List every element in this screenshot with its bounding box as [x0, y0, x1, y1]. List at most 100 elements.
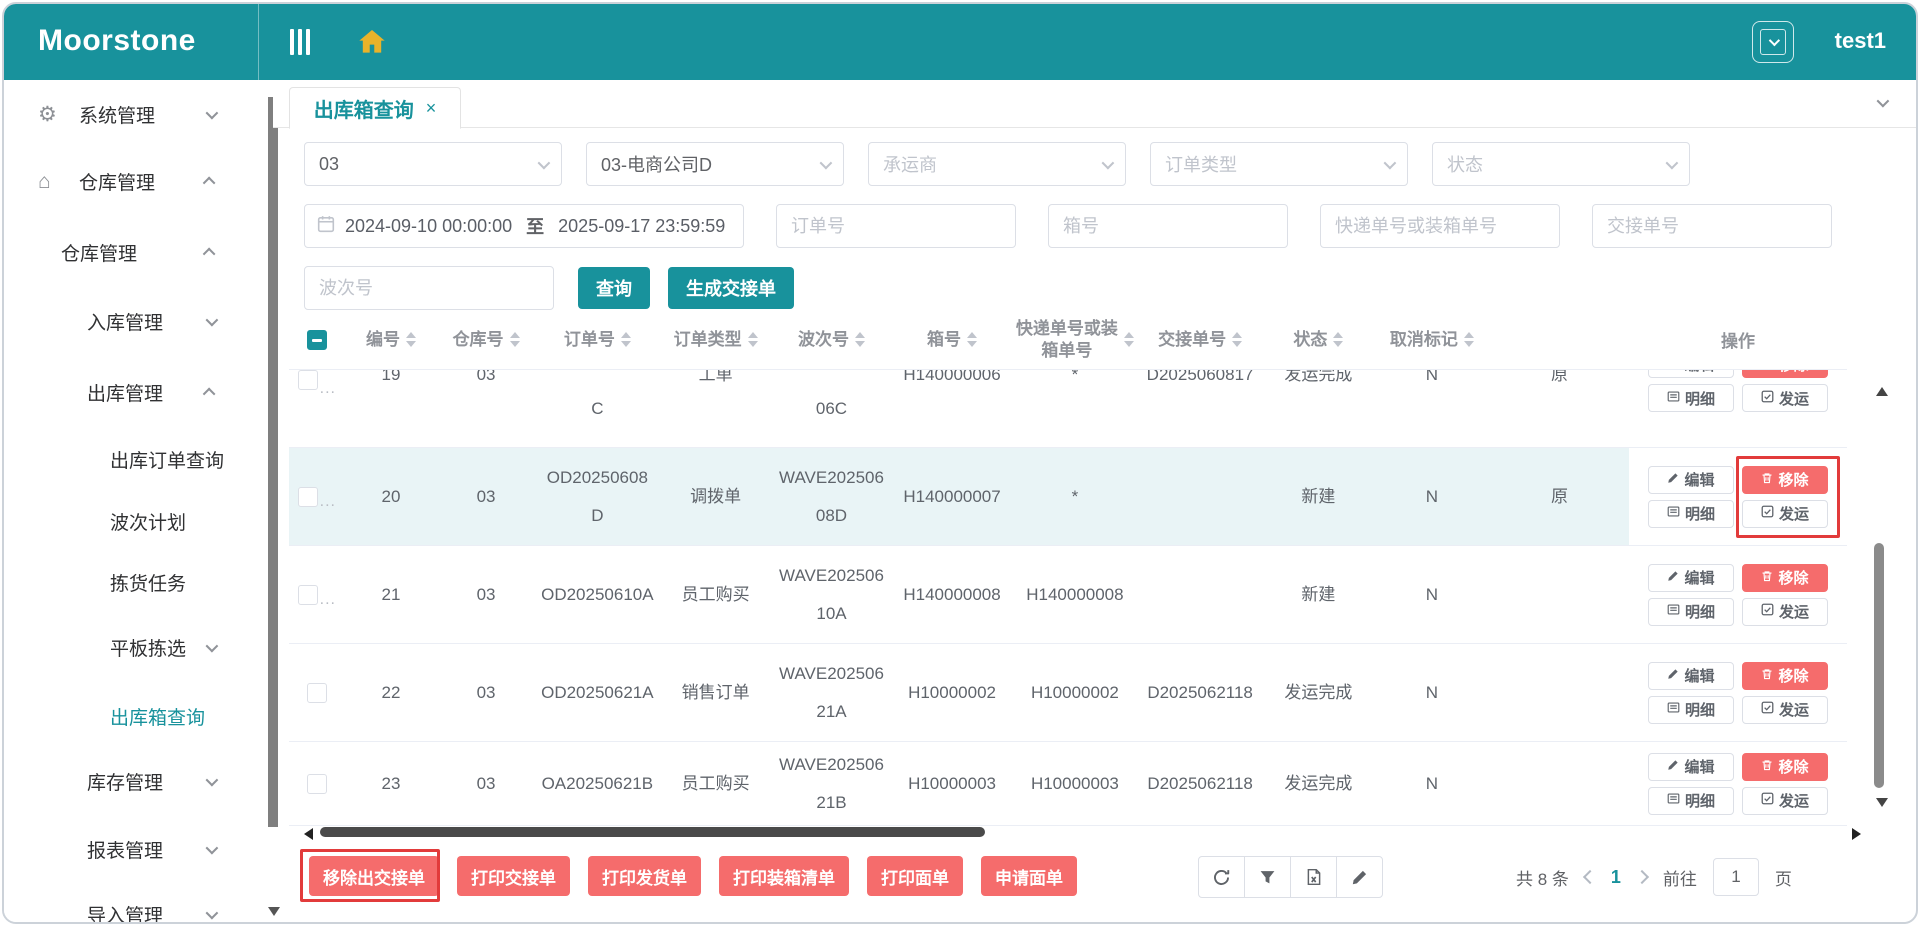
row-checkbox[interactable]	[307, 774, 327, 794]
remove-button[interactable]: 移除	[1742, 753, 1828, 781]
warehouse-select[interactable]: 03	[304, 142, 562, 186]
table-row[interactable]: ...2003OD20250608 D调拨单WAVE202506 08DH140…	[289, 448, 1629, 546]
edit-pencil-icon[interactable]	[1336, 856, 1383, 898]
request-label-button[interactable]: 申请面单	[981, 856, 1077, 896]
table-row[interactable]: 2303OA20250621B员工购买WAVE202506 21BH100000…	[289, 742, 1629, 826]
sidebar-scroll-down-icon[interactable]	[268, 907, 280, 916]
remove-from-handover-button[interactable]: 移除出交接单	[309, 856, 439, 896]
column-header-express_no[interactable]: 快递单号或装 箱单号	[1012, 310, 1137, 369]
ship-button[interactable]: 发运	[1742, 787, 1828, 815]
order-no-input[interactable]	[776, 204, 1016, 248]
row-checkbox[interactable]	[298, 585, 318, 605]
sidebar-item-outbound-order-query[interactable]: 出库订单查询	[4, 439, 259, 479]
sort-icon[interactable]	[1333, 332, 1343, 347]
sort-icon[interactable]	[748, 332, 758, 347]
sort-icon[interactable]	[967, 332, 977, 347]
print-packing-list-button[interactable]: 打印装箱清单	[719, 856, 849, 896]
order-type-select[interactable]: 订单类型	[1150, 142, 1408, 186]
sort-icon[interactable]	[1124, 332, 1134, 347]
user-dropdown-icon[interactable]	[1752, 21, 1794, 63]
column-header-status[interactable]: 状态	[1263, 310, 1374, 369]
detail-button[interactable]: 明细	[1648, 787, 1734, 815]
print-delivery-button[interactable]: 打印发货单	[588, 856, 701, 896]
column-header-warehouse_no[interactable]: 仓库号	[437, 310, 534, 369]
sort-icon[interactable]	[855, 332, 865, 347]
column-header-order_type[interactable]: 订单类型	[660, 310, 771, 369]
menu-collapse-icon[interactable]	[290, 29, 310, 55]
date-end[interactable]: 2025-09-17 23:59:59	[558, 216, 725, 237]
row-expand-dots[interactable]: ...	[320, 380, 336, 398]
ship-button[interactable]: 发运	[1742, 384, 1828, 412]
sidebar-item-inbound-management[interactable]: 入库管理	[4, 301, 259, 341]
table-scroll-left-icon[interactable]	[304, 828, 313, 840]
box-no-input[interactable]	[1048, 204, 1288, 248]
goto-page-input[interactable]	[1713, 858, 1759, 896]
table-row[interactable]: ...1903 C工单 06CH140000006*D2025060817发运完…	[289, 370, 1629, 448]
sidebar-item-outbound-management[interactable]: 出库管理	[4, 372, 259, 412]
sidebar-item-report-management[interactable]: 报表管理	[4, 829, 259, 869]
table-scroll-down-icon[interactable]	[1876, 798, 1888, 807]
ship-button[interactable]: 发运	[1742, 598, 1828, 626]
generate-handover-button[interactable]: 生成交接单	[668, 267, 794, 309]
edit-button[interactable]: 编辑	[1648, 370, 1734, 378]
column-header-handover_no[interactable]: 交接单号	[1138, 310, 1263, 369]
tabbar-chevron-down-icon[interactable]	[1877, 95, 1890, 108]
search-button[interactable]: 查询	[578, 267, 650, 309]
edit-button[interactable]: 编辑	[1648, 662, 1734, 690]
status-select[interactable]: 状态	[1432, 142, 1690, 186]
company-select[interactable]: 03-电商公司D	[586, 142, 844, 186]
detail-button[interactable]: 明细	[1648, 500, 1734, 528]
table-row[interactable]: ...2103OD20250610A员工购买WAVE202506 10AH140…	[289, 546, 1629, 644]
refresh-icon[interactable]	[1198, 856, 1245, 898]
ship-button[interactable]: 发运	[1742, 500, 1828, 528]
table-vertical-scrollbar[interactable]	[1874, 543, 1884, 788]
column-header-no[interactable]: 编号	[345, 310, 438, 369]
home-icon[interactable]	[356, 26, 388, 58]
sidebar-item-tablet-picking[interactable]: 平板拣选	[4, 627, 259, 667]
select-all-checkbox[interactable]	[307, 330, 327, 350]
sidebar-item-wave-plan[interactable]: 波次计划	[4, 501, 259, 541]
sidebar-item-warehouse-management-sub[interactable]: 仓库管理	[4, 232, 259, 272]
row-checkbox[interactable]	[307, 683, 327, 703]
wave-no-input[interactable]	[304, 266, 554, 310]
sidebar-item-system-management[interactable]: ⚙系统管理	[4, 94, 259, 134]
column-header-wave_no[interactable]: 波次号	[771, 310, 892, 369]
table-row[interactable]: 2203OD20250621A销售订单WAVE202506 21AH100000…	[289, 644, 1629, 742]
funnel-icon[interactable]	[1244, 856, 1291, 898]
sort-icon[interactable]	[510, 332, 520, 347]
current-page[interactable]: 1	[1611, 867, 1621, 888]
next-page-icon[interactable]	[1635, 870, 1649, 884]
carrier-select[interactable]: 承运商	[868, 142, 1126, 186]
print-handover-button[interactable]: 打印交接单	[457, 856, 570, 896]
excel-icon[interactable]	[1290, 856, 1337, 898]
sort-icon[interactable]	[1232, 332, 1242, 347]
column-header-cancel_flag[interactable]: 取消标记	[1374, 310, 1490, 369]
prev-page-icon[interactable]	[1583, 870, 1597, 884]
edit-button[interactable]: 编辑	[1648, 753, 1734, 781]
detail-button[interactable]: 明细	[1648, 696, 1734, 724]
ship-button[interactable]: 发运	[1742, 696, 1828, 724]
edit-button[interactable]: 编辑	[1648, 564, 1734, 592]
table-scroll-right-icon[interactable]	[1852, 828, 1861, 840]
column-header-order_no[interactable]: 订单号	[535, 310, 660, 369]
table-scroll-up-icon[interactable]	[1876, 387, 1888, 396]
sidebar-item-import-management[interactable]: 导入管理	[4, 894, 259, 924]
express-no-input[interactable]	[1320, 204, 1560, 248]
sidebar-item-inventory-management[interactable]: 库存管理	[4, 761, 259, 801]
detail-button[interactable]: 明细	[1648, 384, 1734, 412]
remove-button[interactable]: 移除	[1742, 662, 1828, 690]
sidebar-item-warehouse-management[interactable]: ⌂仓库管理	[4, 161, 259, 201]
remove-button[interactable]: 移除	[1742, 564, 1828, 592]
row-checkbox[interactable]	[298, 487, 318, 507]
sort-icon[interactable]	[1464, 332, 1474, 347]
row-checkbox[interactable]	[298, 370, 318, 390]
edit-button[interactable]: 编辑	[1648, 466, 1734, 494]
row-expand-dots[interactable]: ...	[320, 591, 336, 609]
sidebar-scrollbar-thumb[interactable]	[268, 97, 278, 827]
print-label-button[interactable]: 打印面单	[867, 856, 963, 896]
column-header-box_no[interactable]: 箱号	[892, 310, 1013, 369]
sidebar-item-outbound-box-query[interactable]: 出库箱查询	[4, 696, 259, 736]
date-start[interactable]: 2024-09-10 00:00:00	[345, 216, 512, 237]
remove-button[interactable]: 移除	[1742, 466, 1828, 494]
table-horizontal-scrollbar[interactable]	[320, 827, 985, 837]
